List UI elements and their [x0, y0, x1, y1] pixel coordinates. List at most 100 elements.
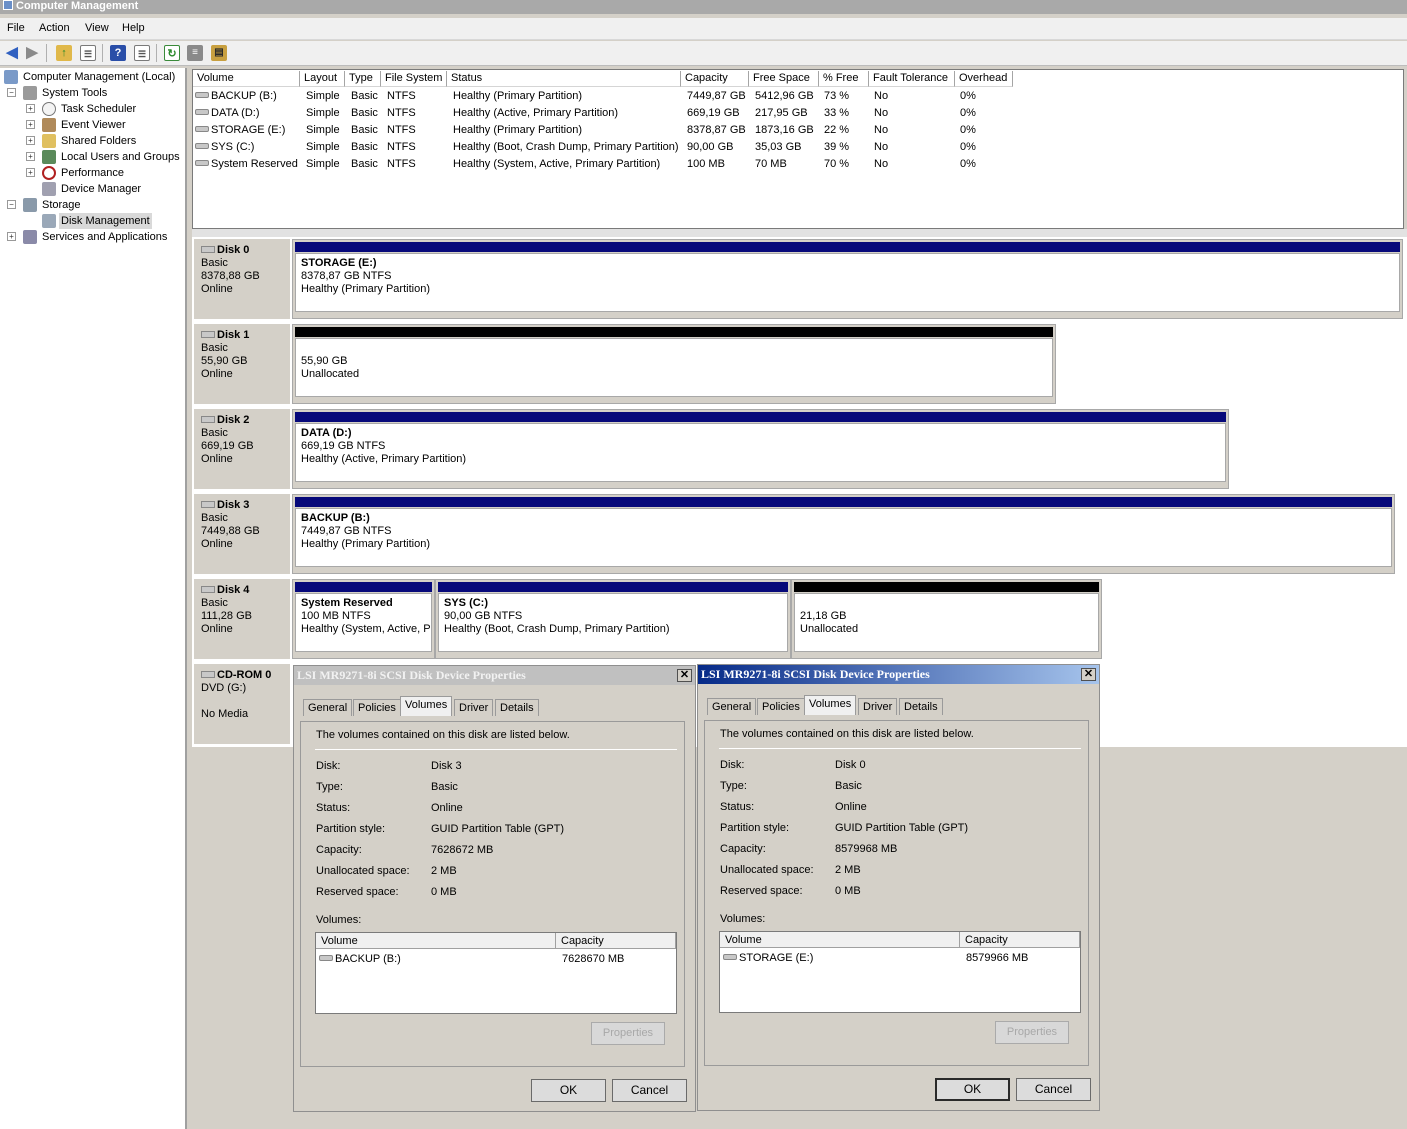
cancel-button[interactable]: Cancel	[1016, 1078, 1091, 1101]
disk-label-disk-3[interactable]: Disk 3 Basic 7449,88 GB Online	[194, 494, 290, 574]
tab-volumes[interactable]: Volumes	[400, 696, 453, 716]
tab-general[interactable]: General	[303, 699, 353, 716]
tree-item-storage[interactable]: − Storage	[0, 197, 187, 213]
properties-button[interactable]: Properties	[591, 1022, 665, 1045]
tab-general[interactable]: General	[707, 698, 757, 715]
export-icon[interactable]: ▤	[211, 45, 227, 61]
properties-icon[interactable]: ≡	[187, 45, 203, 61]
dialog-title-bar[interactable]: LSI MR9271-8i SCSI Disk Device Propertie…	[294, 666, 695, 685]
partition-data-d[interactable]: DATA (D:) 669,19 GB NTFS Healthy (Active…	[292, 409, 1229, 489]
close-icon[interactable]: ✕	[677, 669, 692, 682]
back-icon[interactable]: ◀	[4, 45, 20, 61]
tree-item-task-scheduler[interactable]: + Task Scheduler	[0, 101, 187, 117]
tree-item-device-manager[interactable]: Device Manager	[0, 181, 187, 197]
column-header-capacity[interactable]: Capacity	[960, 932, 1080, 948]
tab-policies[interactable]: Policies	[353, 699, 401, 716]
disk-label-disk-1[interactable]: Disk 1 Basic 55,90 GB Online	[194, 324, 290, 404]
menu-view[interactable]: View	[85, 22, 109, 34]
partition-system-reserved[interactable]: System Reserved 100 MB NTFS Healthy (Sys…	[292, 579, 435, 659]
column-header-type[interactable]: Type	[345, 71, 381, 87]
up-folder-icon[interactable]: ↑	[56, 45, 72, 61]
help-icon[interactable]: ?	[110, 45, 126, 61]
tab-details[interactable]: Details	[495, 699, 539, 716]
tab-driver[interactable]: Driver	[858, 698, 898, 715]
disk-label-disk-2[interactable]: Disk 2 Basic 669,19 GB Online	[194, 409, 290, 489]
expand-icon[interactable]: +	[26, 104, 35, 113]
partition-color-bar	[295, 327, 1053, 337]
volumes-tab-panel: The volumes contained on this disk are l…	[704, 720, 1089, 1066]
column-header-file-system[interactable]: File System	[381, 71, 447, 87]
console-icon[interactable]: ☰	[134, 45, 150, 61]
disk-properties-dialog-2[interactable]: LSI MR9271-8i SCSI Disk Device Propertie…	[697, 664, 1100, 1111]
tree-item-local-users[interactable]: + Local Users and Groups	[0, 149, 187, 165]
partition-unallocated-disk-1[interactable]: 55,90 GB Unallocated	[292, 324, 1056, 404]
table-row[interactable]: System Reserved Simple Basic NTFS Health…	[193, 156, 1013, 173]
volumes-tab-panel: The volumes contained on this disk are l…	[300, 721, 685, 1067]
column-header-capacity[interactable]: Capacity	[556, 933, 676, 949]
table-row[interactable]: DATA (D:) Simple Basic NTFS Healthy (Act…	[193, 105, 1013, 122]
tab-details[interactable]: Details	[899, 698, 943, 715]
ok-button[interactable]: OK	[531, 1079, 606, 1102]
properties-button[interactable]: Properties	[995, 1021, 1069, 1044]
type-value: Basic	[431, 781, 458, 793]
table-row[interactable]: STORAGE (E:) Simple Basic NTFS Healthy (…	[193, 122, 1013, 139]
tree-item-performance[interactable]: + Performance	[0, 165, 187, 181]
disk-properties-dialog-1[interactable]: LSI MR9271-8i SCSI Disk Device Propertie…	[293, 665, 696, 1112]
expand-icon[interactable]: +	[26, 168, 35, 177]
tab-driver[interactable]: Driver	[454, 699, 494, 716]
cell-capacity: 90,00 GB	[687, 141, 734, 153]
cancel-button[interactable]: Cancel	[612, 1079, 687, 1102]
menu-action[interactable]: Action	[39, 22, 70, 34]
column-header-status[interactable]: Status	[447, 71, 681, 87]
tab-policies[interactable]: Policies	[757, 698, 805, 715]
expand-icon[interactable]: +	[7, 232, 16, 241]
partition-size: 100 MB NTFS	[301, 610, 371, 622]
table-row[interactable]: SYS (C:) Simple Basic NTFS Healthy (Boot…	[193, 139, 1013, 156]
column-header-volume[interactable]: Volume	[720, 932, 960, 948]
type-label: Type:	[720, 780, 747, 792]
cell-status: Healthy (Primary Partition)	[453, 90, 582, 102]
menu-help[interactable]: Help	[122, 22, 145, 34]
disk-label-disk-0[interactable]: Disk 0 Basic 8378,88 GB Online	[194, 239, 290, 319]
disk-label-disk-4[interactable]: Disk 4 Basic 111,28 GB Online	[194, 579, 290, 659]
reserved-label: Reserved space:	[720, 885, 803, 897]
expand-icon[interactable]: +	[26, 136, 35, 145]
tree-item-disk-management[interactable]: Disk Management	[0, 213, 187, 229]
tree-item-computer-management[interactable]: Computer Management (Local)	[0, 69, 187, 85]
clock-icon	[42, 102, 56, 116]
collapse-icon[interactable]: −	[7, 88, 16, 97]
refresh-icon[interactable]: ↻	[164, 45, 180, 61]
list-item[interactable]: STORAGE (E:) 8579966 MB	[723, 950, 1077, 966]
column-header-overhead[interactable]: Overhead	[955, 71, 1013, 87]
tree-item-shared-folders[interactable]: + Shared Folders	[0, 133, 187, 149]
partition-sys-c[interactable]: SYS (C:) 90,00 GB NTFS Healthy (Boot, Cr…	[435, 579, 791, 659]
partition-backup-b[interactable]: BACKUP (B:) 7449,87 GB NTFS Healthy (Pri…	[292, 494, 1395, 574]
disk-label-cd-rom-0[interactable]: CD-ROM 0 DVD (G:) No Media	[194, 664, 290, 744]
column-header-capacity[interactable]: Capacity	[681, 71, 749, 87]
window-title-bar[interactable]: Computer Management	[0, 0, 1407, 14]
menu-file[interactable]: File	[7, 22, 25, 34]
dialog-title-bar[interactable]: LSI MR9271-8i SCSI Disk Device Propertie…	[698, 665, 1099, 684]
column-header-percent-free[interactable]: % Free	[819, 71, 869, 87]
ok-button[interactable]: OK	[935, 1078, 1010, 1101]
table-row[interactable]: BACKUP (B:) Simple Basic NTFS Healthy (P…	[193, 88, 1013, 105]
forward-icon[interactable]: ▶	[24, 45, 40, 61]
pane-splitter[interactable]	[192, 229, 1407, 237]
column-header-fault-tolerance[interactable]: Fault Tolerance	[869, 71, 955, 87]
show-hide-tree-icon[interactable]: ☰	[80, 45, 96, 61]
close-icon[interactable]: ✕	[1081, 668, 1096, 681]
expand-icon[interactable]: +	[26, 152, 35, 161]
tree-item-event-viewer[interactable]: + Event Viewer	[0, 117, 187, 133]
column-header-layout[interactable]: Layout	[300, 71, 345, 87]
collapse-icon[interactable]: −	[7, 200, 16, 209]
expand-icon[interactable]: +	[26, 120, 35, 129]
partition-storage-e[interactable]: STORAGE (E:) 8378,87 GB NTFS Healthy (Pr…	[292, 239, 1403, 319]
tab-volumes[interactable]: Volumes	[804, 695, 857, 715]
list-item[interactable]: BACKUP (B:) 7628670 MB	[319, 951, 673, 967]
tree-item-system-tools[interactable]: − System Tools	[0, 85, 187, 101]
column-header-free-space[interactable]: Free Space	[749, 71, 819, 87]
partition-unallocated-disk-4[interactable]: 21,18 GB Unallocated	[791, 579, 1102, 659]
tree-item-services-applications[interactable]: + Services and Applications	[0, 229, 187, 245]
column-header-volume[interactable]: Volume	[316, 933, 556, 949]
column-header-volume[interactable]: Volume	[193, 71, 300, 87]
